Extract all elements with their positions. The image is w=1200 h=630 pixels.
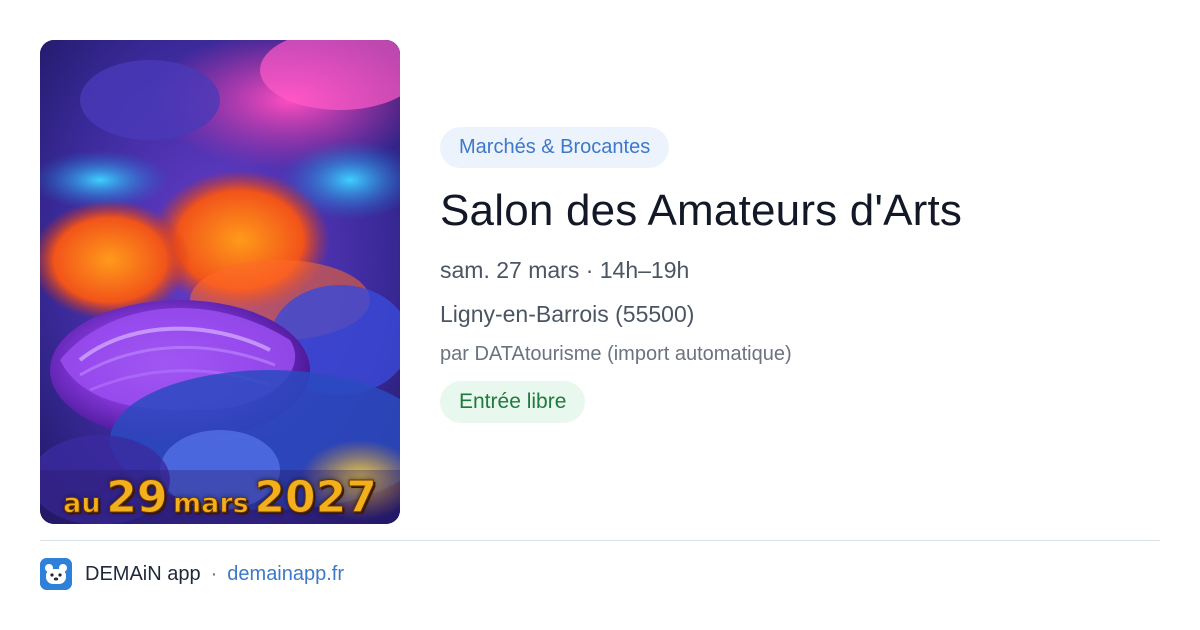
category-badge[interactable]: Marchés & Brocantes: [440, 127, 670, 168]
poster-caption-year: 2027: [254, 472, 377, 523]
paint-strokes-artwork: [40, 40, 400, 524]
poster-caption-prefix: au: [63, 488, 101, 519]
event-source: par DATAtourisme (import automatique): [440, 343, 792, 365]
event-location: Ligny-en-Barrois (55500): [440, 301, 695, 327]
bear-app-icon-glyph: [40, 558, 72, 590]
footer: DEMAiN app · demainapp.fr: [40, 558, 344, 590]
app-name[interactable]: DEMAiN app: [85, 563, 201, 586]
price-badge: Entrée libre: [440, 381, 586, 423]
site-link[interactable]: demainapp.fr: [227, 563, 344, 586]
footer-separator: ·: [210, 562, 218, 585]
poster-caption-day: 29: [106, 472, 168, 523]
footer-divider: [40, 540, 1160, 541]
poster-date-caption: au 29 mars 2027: [40, 475, 400, 520]
event-title: Salon des Amateurs d'Arts: [440, 186, 963, 235]
event-info: Marchés & Brocantes Salon des Amateurs d…: [440, 127, 1160, 423]
bear-app-icon[interactable]: [40, 558, 72, 590]
event-card[interactable]: au 29 mars 2027 Marchés & Brocantes Salo…: [0, 0, 1200, 630]
event-date-time: sam. 27 mars · 14h–19h: [440, 257, 690, 283]
poster-caption-month: mars: [173, 488, 250, 519]
event-poster-image: au 29 mars 2027: [40, 40, 400, 524]
